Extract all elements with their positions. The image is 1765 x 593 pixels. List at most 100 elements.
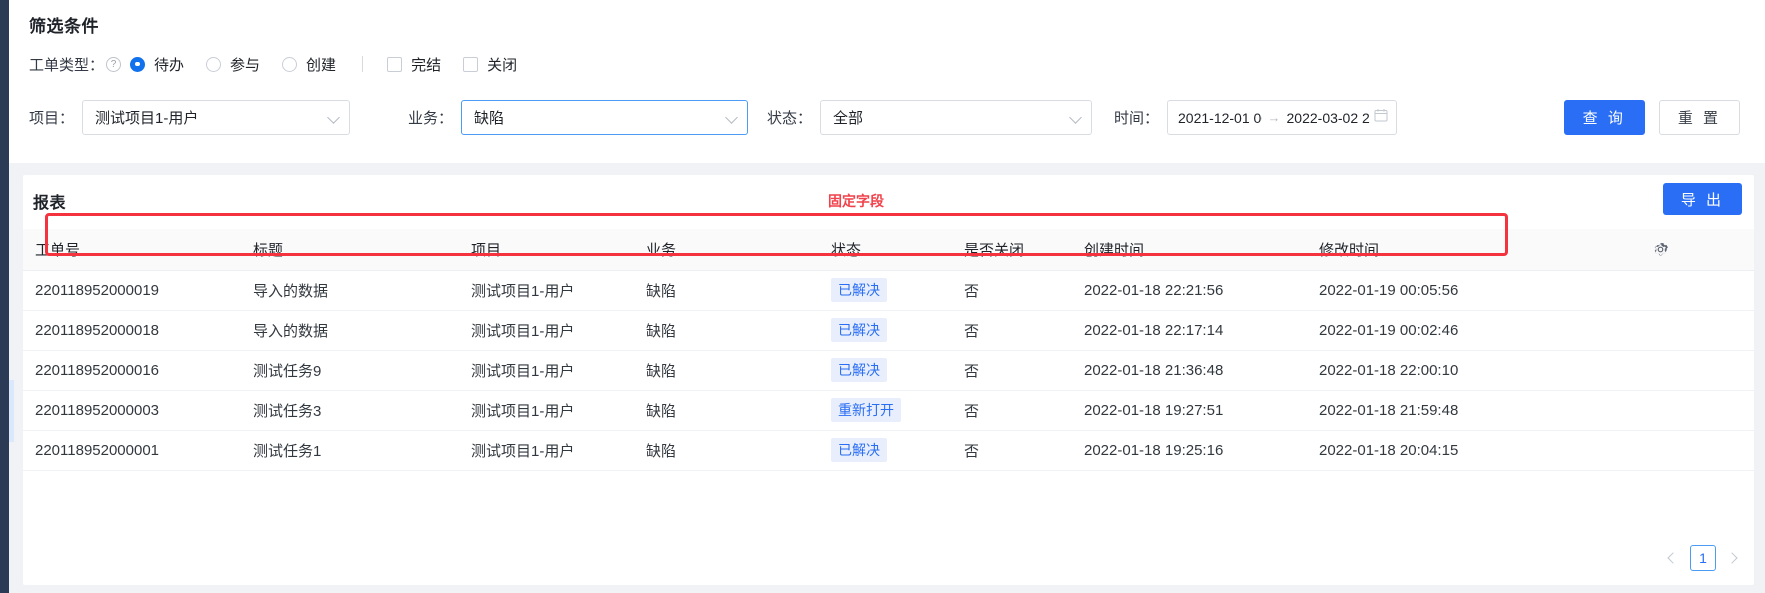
status-field: 状态： 全部 xyxy=(767,100,1093,135)
cell-modified-at: 2022-01-18 22:00:10 xyxy=(1307,350,1567,391)
column-header-business[interactable]: 业务 xyxy=(634,229,819,271)
cell-business: 缺陷 xyxy=(634,270,819,311)
page-root: 筛选条件 工单类型： ? 待办 参与 创建 完结 关闭 项目： 测试项目1-用户… xyxy=(0,0,1765,593)
cell-business: 缺陷 xyxy=(634,310,819,351)
cell-status: 已解决 xyxy=(819,310,952,351)
cell-ticket-id: 220118952000001 xyxy=(23,430,241,471)
chevron-right-icon[interactable] xyxy=(1726,551,1740,565)
checkbox-icon xyxy=(387,56,403,72)
date-range-start[interactable]: 2021-12-01 00:00:0 xyxy=(1178,110,1262,126)
table-header-row: 工单号 标题 项目 业务 状态 是否关闭 创建时间 修改时间 xyxy=(23,229,1754,271)
cell-modified-at: 2022-01-19 00:05:56 xyxy=(1307,270,1567,311)
radio-option-todo[interactable]: 待办 xyxy=(130,54,184,75)
report-table: 工单号 标题 项目 业务 状态 是否关闭 创建时间 修改时间 220118952… xyxy=(23,229,1754,471)
cell-title: 测试任务9 xyxy=(241,350,459,391)
status-label: 状态： xyxy=(767,110,813,127)
radio-option-participate[interactable]: 参与 xyxy=(206,54,260,75)
cell-project: 测试项目1-用户 xyxy=(459,270,634,311)
radio-label-participate: 参与 xyxy=(230,56,261,74)
status-badge: 重新打开 xyxy=(831,398,901,422)
sidebar-strip xyxy=(0,0,9,593)
cell-title: 导入的数据 xyxy=(241,270,459,311)
table-row[interactable]: 220118952000001 测试任务1 测试项目1-用户 缺陷 已解决 否 … xyxy=(23,430,1754,471)
cell-modified-at: 2022-01-18 21:59:48 xyxy=(1307,390,1567,431)
column-header-ticket-id[interactable]: 工单号 xyxy=(23,229,241,271)
cell-created-at: 2022-01-18 22:17:14 xyxy=(1072,310,1307,351)
column-header-modified-at[interactable]: 修改时间 xyxy=(1307,229,1567,271)
project-label: 项目： xyxy=(29,110,75,127)
cell-business: 缺陷 xyxy=(634,350,819,391)
cell-ticket-id: 220118952000003 xyxy=(23,390,241,431)
cell-business: 缺陷 xyxy=(634,390,819,431)
table-row[interactable]: 220118952000019 导入的数据 测试项目1-用户 缺陷 已解决 否 … xyxy=(23,270,1754,311)
radio-option-created[interactable]: 创建 xyxy=(282,54,336,75)
question-circle-icon[interactable]: ? xyxy=(106,56,122,72)
export-button[interactable]: 导 出 xyxy=(1662,183,1742,215)
status-select[interactable]: 全部 xyxy=(820,100,1093,135)
column-header-project[interactable]: 项目 xyxy=(459,229,634,271)
project-select[interactable]: 测试项目1-用户 xyxy=(82,100,351,135)
date-range-end[interactable]: 2022-03-02 23:59:5 xyxy=(1287,110,1371,126)
report-table-head: 工单号 标题 项目 业务 状态 是否关闭 创建时间 修改时间 xyxy=(23,229,1754,271)
gear-icon[interactable] xyxy=(1567,241,1754,258)
column-header-created-at[interactable]: 创建时间 xyxy=(1072,229,1307,271)
chevron-left-icon[interactable] xyxy=(1666,551,1680,565)
column-header-title[interactable]: 标题 xyxy=(241,229,459,271)
status-select-value: 全部 xyxy=(833,110,864,127)
status-badge: 已解决 xyxy=(831,438,887,462)
column-header-closed[interactable]: 是否关闭 xyxy=(952,229,1072,271)
cell-project: 测试项目1-用户 xyxy=(459,310,634,351)
cell-project: 测试项目1-用户 xyxy=(459,390,634,431)
date-range-separator: → xyxy=(1267,110,1281,125)
cell-status: 已解决 xyxy=(819,350,952,391)
report-card: 报表 固定字段 导 出 工单号 标题 项目 业务 状态 是否关闭 创建时间 修改… xyxy=(23,175,1754,585)
cell-title: 测试任务1 xyxy=(241,430,459,471)
business-label: 业务： xyxy=(408,110,454,127)
report-header: 报表 固定字段 导 出 xyxy=(23,175,1754,229)
filter-panel: 筛选条件 工单类型： ? 待办 参与 创建 完结 关闭 项目： 测试项目1-用户… xyxy=(9,0,1765,163)
cell-closed: 否 xyxy=(952,430,1072,471)
column-header-status[interactable]: 状态 xyxy=(819,229,952,271)
business-select[interactable]: 缺陷 xyxy=(461,100,749,135)
business-select-value: 缺陷 xyxy=(474,110,505,127)
table-row[interactable]: 220118952000003 测试任务3 测试项目1-用户 缺陷 重新打开 否… xyxy=(23,390,1754,431)
cell-spacer xyxy=(1567,390,1754,431)
cell-title: 导入的数据 xyxy=(241,310,459,351)
search-button[interactable]: 查 询 xyxy=(1563,100,1645,135)
vertical-divider xyxy=(362,56,364,72)
cell-created-at: 2022-01-18 21:36:48 xyxy=(1072,350,1307,391)
status-badge: 已解决 xyxy=(831,358,887,382)
chevron-down-icon xyxy=(328,112,339,123)
cell-modified-at: 2022-01-18 20:04:15 xyxy=(1307,430,1567,471)
report-table-body: 220118952000019 导入的数据 测试项目1-用户 缺陷 已解决 否 … xyxy=(23,270,1754,471)
time-label: 时间： xyxy=(1114,110,1160,127)
cell-spacer xyxy=(1567,430,1754,471)
cell-modified-at: 2022-01-19 00:02:46 xyxy=(1307,310,1567,351)
reset-button[interactable]: 重 置 xyxy=(1658,100,1740,135)
pagination-page-1[interactable]: 1 xyxy=(1690,545,1716,571)
cell-closed: 否 xyxy=(952,270,1072,311)
chevron-down-icon xyxy=(726,112,737,123)
pagination: 1 xyxy=(1666,545,1740,571)
fixed-fields-annotation: 固定字段 xyxy=(828,193,884,209)
report-title: 报表 xyxy=(33,195,67,212)
business-field: 业务： 缺陷 xyxy=(408,100,749,135)
radio-label-created: 创建 xyxy=(306,56,337,74)
sidebar-active-indicator xyxy=(9,380,14,442)
cell-status: 已解决 xyxy=(819,270,952,311)
checkbox-label-closed: 关闭 xyxy=(487,56,518,74)
table-row[interactable]: 220118952000016 测试任务9 测试项目1-用户 缺陷 已解决 否 … xyxy=(23,350,1754,391)
time-field: 时间： 2021-12-01 00:00:0 → 2022-03-02 23:5… xyxy=(1114,100,1398,135)
checkbox-option-completed[interactable]: 完结 xyxy=(387,54,441,75)
cell-closed: 否 xyxy=(952,310,1072,351)
cell-spacer xyxy=(1567,350,1754,391)
table-row[interactable]: 220118952000018 导入的数据 测试项目1-用户 缺陷 已解决 否 … xyxy=(23,310,1754,351)
filter-panel-title: 筛选条件 xyxy=(29,17,99,36)
cell-created-at: 2022-01-18 19:27:51 xyxy=(1072,390,1307,431)
date-range-picker[interactable]: 2021-12-01 00:00:0 → 2022-03-02 23:59:5 xyxy=(1167,100,1398,135)
cell-created-at: 2022-01-18 19:25:16 xyxy=(1072,430,1307,471)
chevron-down-icon xyxy=(1070,112,1081,123)
calendar-icon[interactable] xyxy=(1374,108,1388,127)
radio-dot-icon xyxy=(206,56,222,72)
checkbox-option-closed[interactable]: 关闭 xyxy=(463,54,517,75)
